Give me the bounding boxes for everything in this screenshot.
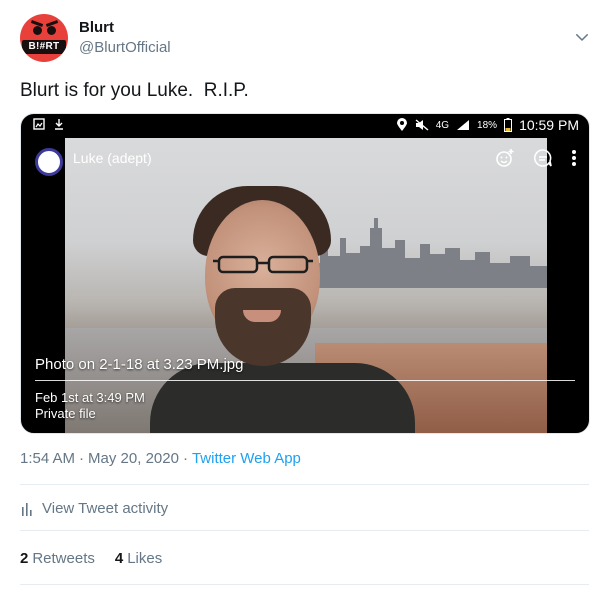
retweets-label: Retweets [32, 550, 95, 567]
file-date: Feb 1st at 3:49 PM [35, 390, 145, 405]
meta-separator: · [182, 450, 188, 467]
location-icon [396, 118, 407, 131]
author-handle[interactable]: @BlurtOfficial [79, 39, 171, 56]
comment-icon[interactable] [533, 148, 553, 168]
battery-icon [504, 118, 513, 132]
tweet-text: Blurt is for you Luke. R.I.P. [20, 80, 249, 101]
tweet-time[interactable]: 1:54 AM [20, 450, 75, 467]
meta-separator: · [79, 450, 85, 467]
file-privacy: Private file [35, 406, 96, 421]
overlay-divider [35, 380, 575, 381]
signal-icon [457, 120, 470, 130]
chevron-down-icon[interactable] [573, 28, 591, 46]
likes-stat[interactable]: 4 Likes [115, 550, 162, 567]
author-name[interactable]: Blurt [79, 19, 114, 36]
divider [20, 484, 589, 485]
likes-count: 4 [114, 550, 124, 567]
tweet-header: B!#RT Blurt @BlurtOfficial [20, 14, 595, 64]
file-name: Photo on 2-1-18 at 3.23 PM.jpg [35, 356, 244, 373]
likes-label: Likes [127, 550, 163, 567]
analytics-icon [22, 502, 32, 516]
avatar-eye-right [47, 26, 56, 35]
more-vertical-icon[interactable] [571, 149, 577, 167]
app-title: Luke (adept) [73, 150, 152, 166]
view-activity-label: View Tweet activity [42, 500, 169, 517]
network-label: 4G [435, 119, 450, 131]
avatar[interactable]: B!#RT [20, 14, 68, 62]
tweet-source-link[interactable]: Twitter Web App [192, 450, 301, 467]
app-bar: Luke (adept) [21, 138, 589, 178]
divider [20, 584, 589, 585]
tweet-date[interactable]: May 20, 2020 [88, 450, 179, 467]
app-logo-icon [35, 148, 63, 176]
tweet-media[interactable]: 4G 18% 10:59 PM Luke (adept) Photo on 2-… [20, 113, 590, 434]
gallery-icon [33, 118, 45, 130]
phone-status-bar: 4G 18% 10:59 PM [21, 114, 589, 138]
retweets-count: 2 [20, 550, 29, 567]
divider [20, 530, 589, 531]
download-icon [55, 119, 63, 130]
tweet-stats: 2 Retweets 4 Likes [20, 550, 162, 567]
phone-time: 10:59 PM [519, 117, 579, 133]
person-jacket [150, 363, 415, 433]
mute-icon [415, 119, 429, 131]
avatar-eye-left [33, 26, 42, 35]
battery-percent: 18% [477, 119, 498, 131]
app-actions [495, 148, 577, 168]
tweet-meta: 1:54 AM · May 20, 2020 · Twitter Web App [20, 450, 301, 467]
add-emoji-icon[interactable] [495, 148, 515, 168]
retweets-stat[interactable]: 2 Retweets [20, 550, 95, 567]
avatar-text: B!#RT [22, 40, 66, 54]
person-smile [243, 310, 281, 322]
glasses-icon [213, 255, 313, 274]
view-activity-button[interactable]: View Tweet activity [20, 500, 168, 517]
